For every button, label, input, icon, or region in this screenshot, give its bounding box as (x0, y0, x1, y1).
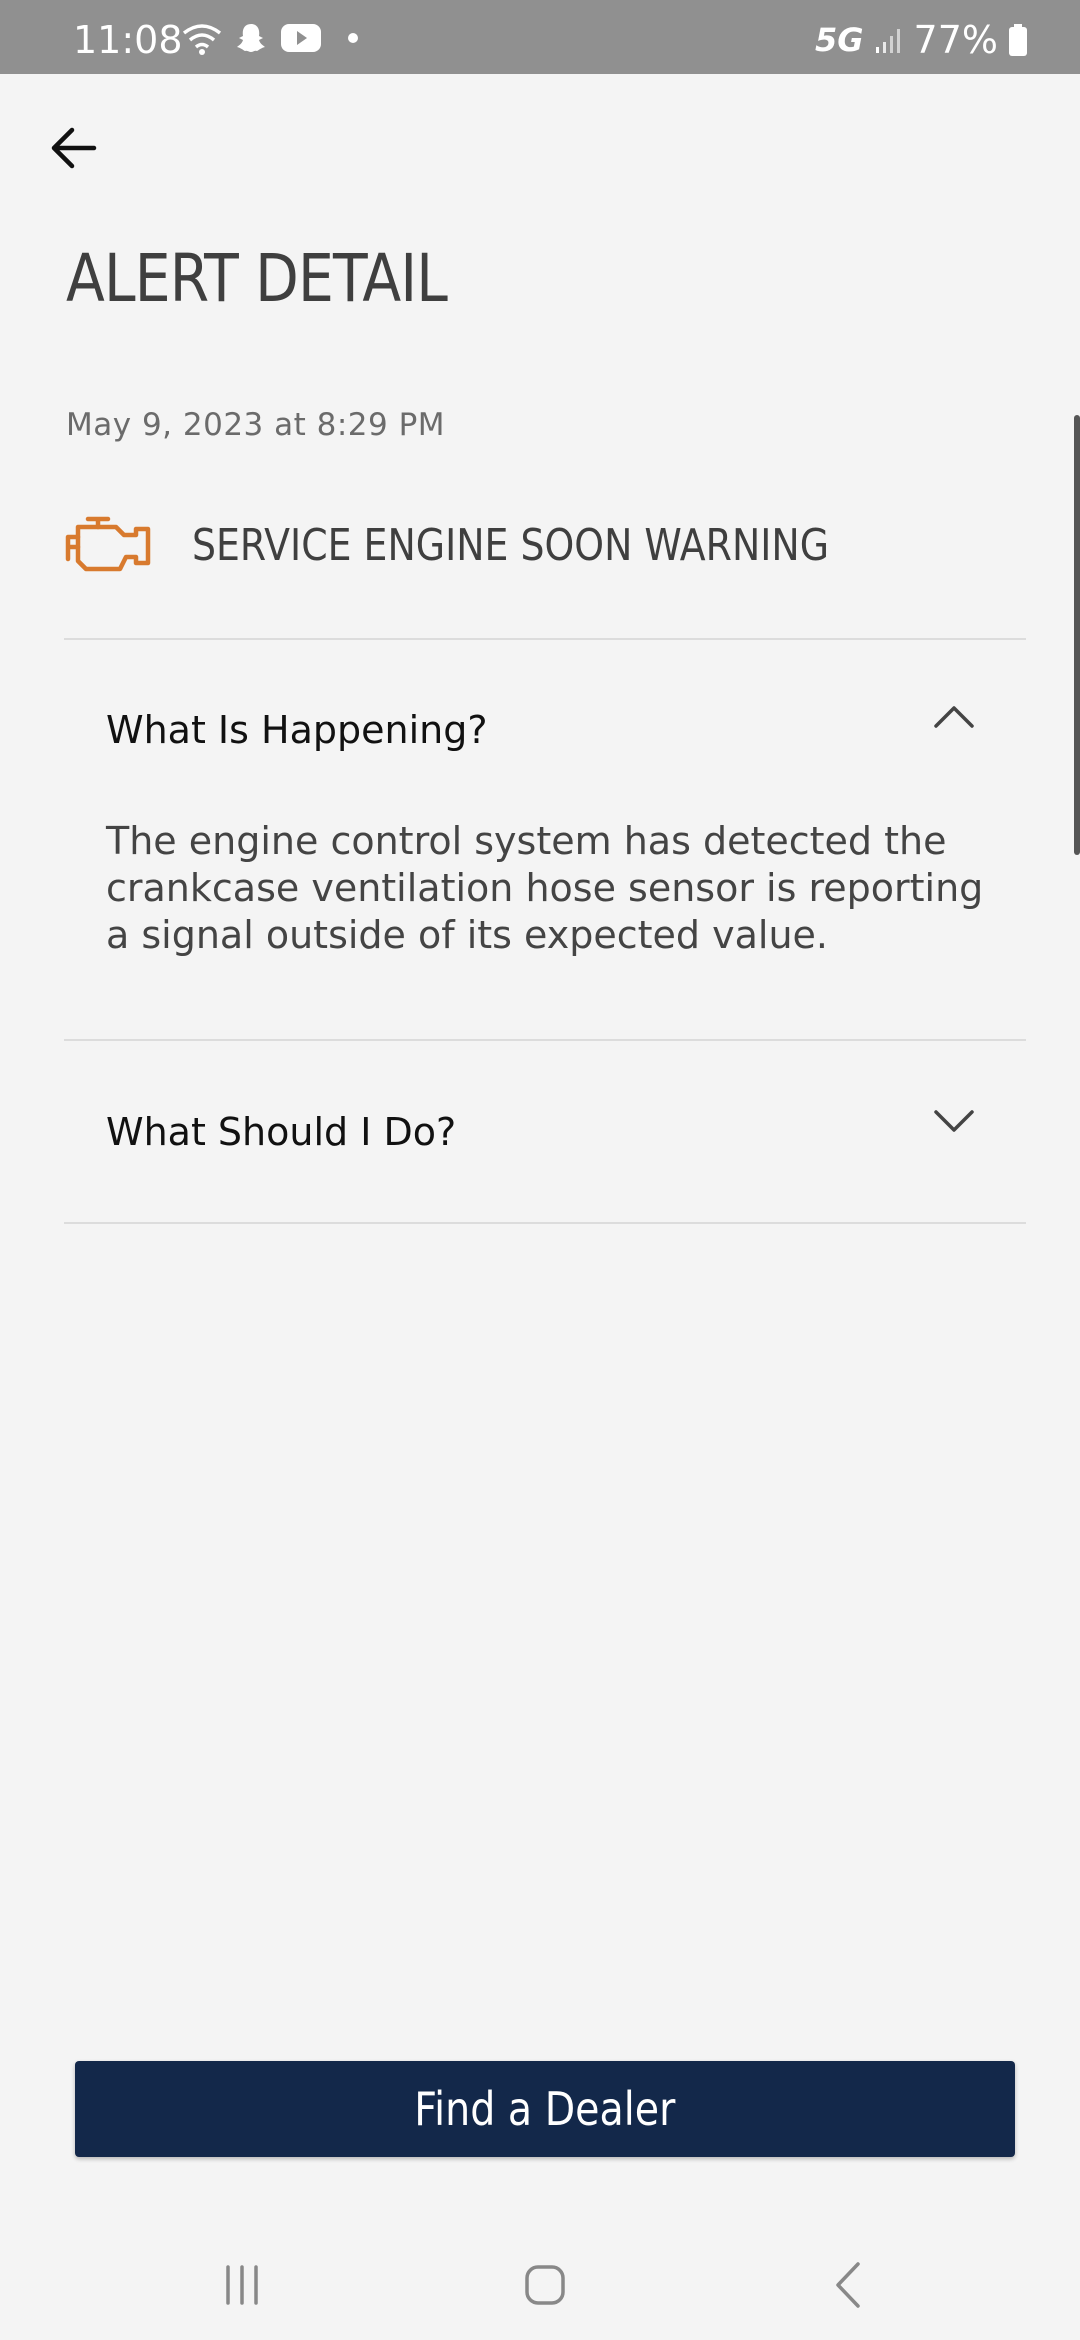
accordion-label: What Should I Do? (106, 1110, 457, 1154)
status-time: 11:08 (73, 18, 183, 62)
accordion-body-text: The engine control system has detected t… (106, 819, 984, 957)
engine-icon (65, 516, 151, 572)
signal-icon (875, 29, 900, 53)
status-icons-right: 5G 77% (815, 18, 1028, 62)
arrow-left-icon (51, 127, 97, 169)
dot-icon (348, 33, 358, 43)
back-icon (836, 2262, 860, 2308)
battery-percent: 77% (913, 18, 998, 62)
find-dealer-label: Find a Dealer (414, 2082, 676, 2136)
divider (64, 638, 1026, 640)
network-type: 5G (815, 21, 864, 59)
alert-title: SERVICE ENGINE SOON WARNING (192, 519, 830, 571)
chevron-down-icon (934, 1110, 974, 1132)
recent-apps-button[interactable] (202, 2250, 282, 2320)
snapchat-icon (237, 24, 265, 52)
recent-apps-icon (226, 2265, 258, 2305)
status-icons-left (182, 18, 358, 58)
home-icon (525, 2265, 565, 2305)
alert-timestamp: May 9, 2023 at 8:29 PM (66, 407, 446, 443)
accordion-what-should-i-do[interactable]: What Should I Do? (64, 1072, 1026, 1192)
nav-back-button[interactable] (808, 2250, 888, 2320)
back-button[interactable] (44, 118, 104, 178)
divider (64, 1222, 1026, 1224)
scrollbar[interactable] (1074, 415, 1080, 855)
wifi-icon (182, 24, 222, 55)
accordion-label: What Is Happening? (106, 708, 488, 752)
youtube-icon (281, 24, 321, 52)
system-nav-bar (0, 2230, 1080, 2340)
alert-heading: SERVICE ENGINE SOON WARNING (64, 515, 933, 575)
find-dealer-button[interactable]: Find a Dealer (75, 2061, 1015, 2157)
accordion-what-is-happening[interactable]: What Is Happening? (64, 670, 1026, 790)
chevron-up-icon (934, 706, 974, 728)
home-button[interactable] (505, 2250, 585, 2320)
divider (64, 1039, 1026, 1041)
page-title: ALERT DETAIL (66, 240, 448, 317)
battery-icon (1009, 24, 1027, 56)
status-bar: 11:08 5G 77% (0, 0, 1080, 74)
